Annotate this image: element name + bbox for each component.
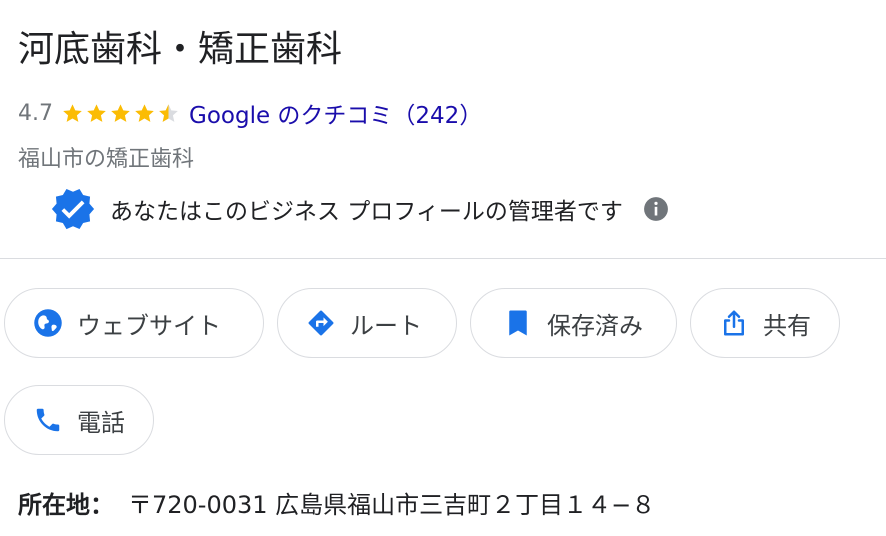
owner-verified-text: あなたはこのビジネス プロフィールの管理者です <box>110 199 623 225</box>
verified-badge-icon <box>51 188 95 230</box>
phone-button[interactable]: 電話 <box>4 385 154 455</box>
saved-label: 保存済み <box>547 311 643 340</box>
reviews-link[interactable]: Google のクチコミ（242） <box>189 96 482 130</box>
divider <box>0 258 886 259</box>
star-icon <box>63 103 82 122</box>
rating-row: 4.7 Google のクチコミ（242） <box>18 95 482 131</box>
route-button[interactable]: ルート <box>277 288 457 358</box>
directions-icon <box>308 310 334 336</box>
phone-label: 電話 <box>77 408 125 437</box>
website-button[interactable]: ウェブサイト <box>4 288 264 358</box>
star-icon <box>135 103 154 122</box>
business-name: 河底歯科・矯正歯科 <box>18 29 343 70</box>
route-label: ルート <box>350 311 422 340</box>
address-label: 所在地： <box>18 491 114 519</box>
saved-button[interactable]: 保存済み <box>470 288 677 358</box>
phone-icon <box>36 408 60 432</box>
owner-verified-row: あなたはこのビジネス プロフィールの管理者です <box>50 188 669 230</box>
business-category: 福山市の矯正歯科 <box>18 147 195 172</box>
star-icon <box>87 103 106 122</box>
globe-icon <box>34 309 62 337</box>
share-icon <box>724 310 744 336</box>
star-icon <box>111 103 130 122</box>
star-rating <box>61 102 181 125</box>
share-button[interactable]: 共有 <box>690 288 840 358</box>
website-label: ウェブサイト <box>77 311 221 340</box>
share-label: 共有 <box>763 311 811 340</box>
bookmark-icon <box>509 310 527 336</box>
address-row: 所在地： 〒720-0031 広島県福山市三吉町２丁目１４−８ <box>18 485 655 520</box>
address-value[interactable]: 〒720-0031 広島県福山市三吉町２丁目１４−８ <box>128 491 655 519</box>
info-icon[interactable] <box>643 196 669 222</box>
half-star-icon <box>159 103 178 122</box>
rating-value: 4.7 <box>18 100 53 126</box>
